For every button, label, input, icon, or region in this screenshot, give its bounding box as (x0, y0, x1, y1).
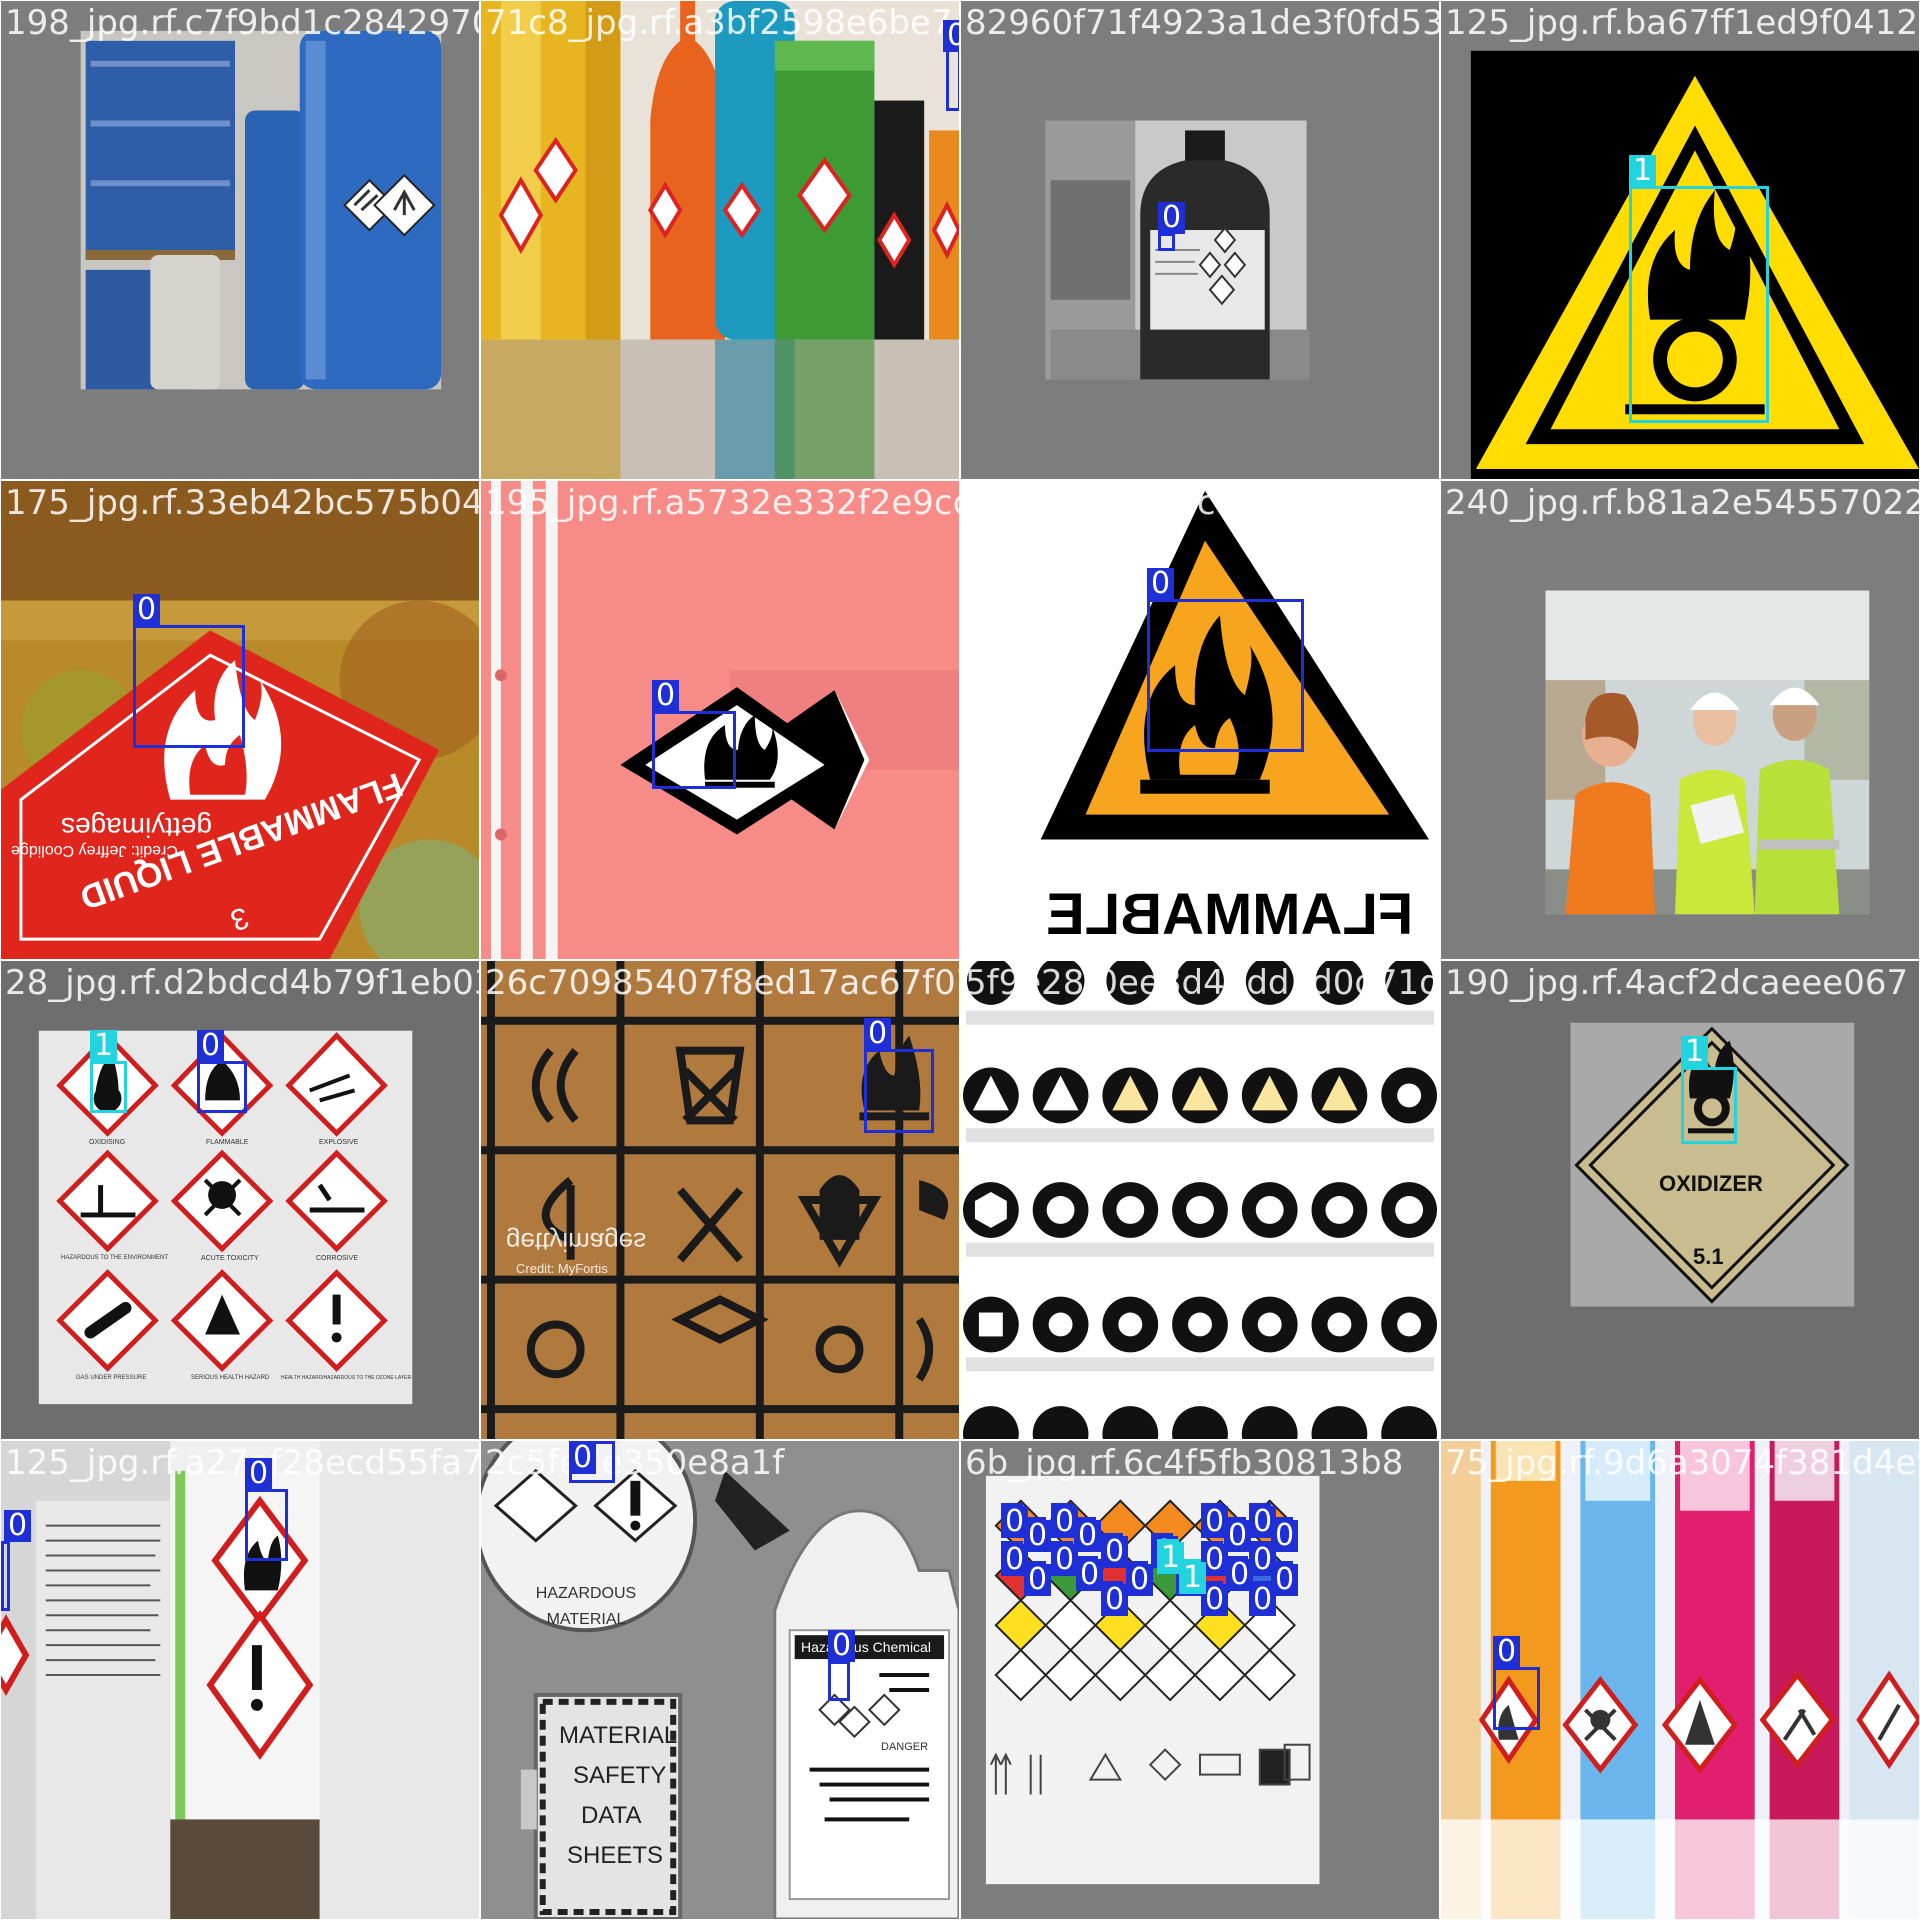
detection-box: 0 (1024, 1517, 1052, 1552)
detection-box: 0 (569, 1441, 615, 1483)
detection-box: 0 (1226, 1556, 1254, 1591)
detection-box: 1 (1629, 155, 1769, 423)
detection-box: 0 (133, 594, 245, 748)
detection-label: 0 (652, 680, 680, 712)
tile-9-image (1, 961, 479, 1439)
tile-14-image (481, 1441, 959, 1919)
detection-box: 0 (652, 680, 736, 789)
tile-13-image (1, 1441, 479, 1919)
tile-13: 125_jpg.rf.a27ef28ecd55fa78 0 0 (0, 1440, 480, 1920)
detection-label: 0 (1126, 1564, 1154, 1596)
tile-3-image (961, 1, 1439, 479)
detection-label: 0 (1158, 202, 1186, 234)
detection-box: 0 (943, 20, 959, 111)
tile-15: 6b_jpg.rf.6c4f5fb30813b8 0 0 0 0 0 0 0 0… (960, 1440, 1440, 1920)
tile-11-image (961, 961, 1439, 1439)
detection-box: 1 (1179, 1559, 1207, 1594)
detection-box: 0 (1001, 1541, 1029, 1576)
detection-label: 0 (1493, 1636, 1521, 1668)
detection-label: 1 (1681, 1036, 1709, 1068)
detection-box: 0 (1147, 568, 1304, 752)
detection-box: 0 (197, 1030, 247, 1113)
tile-11: 5f9e28f0ee8d42dd2d0d71df (960, 960, 1440, 1440)
tile-5: gettyimages Credit: Jeffrey Coolidge FLA… (0, 480, 480, 960)
detection-label: 0 (1101, 1584, 1129, 1616)
tile-12-image (1441, 961, 1919, 1439)
detection-label: 0 (1076, 1559, 1104, 1591)
tile-2-image (481, 1, 959, 479)
detection-box: 0 (1224, 1517, 1252, 1552)
detection-box: 1 (90, 1030, 127, 1113)
detection-label: 0 (133, 594, 161, 626)
detection-label: 0 (1051, 1544, 1079, 1576)
detection-label: 0 (245, 1458, 273, 1490)
detection-box: 0 (1249, 1503, 1277, 1538)
tile-3: 82960f71f4923a1de3f0fd53fa2 0 (960, 0, 1440, 480)
mosaic-grid: 198_jpg.rf.c7f9bd1c28429707c86bd74349fdf (0, 0, 1920, 1920)
detection-label: 1 (1179, 1562, 1207, 1594)
detection-box: 0 (245, 1458, 288, 1561)
detection-box: 0 (1076, 1556, 1104, 1591)
detection-box: 1 (1681, 1036, 1737, 1144)
detection-box: 0 (1493, 1636, 1540, 1730)
detection-box: 0 (1051, 1503, 1079, 1538)
detection-box: 0 (1249, 1541, 1277, 1576)
detection-label: 0 (943, 20, 959, 52)
tile-8: 240_jpg.rf.b81a2e545570221 (1440, 480, 1920, 960)
detection-label: 0 (1147, 568, 1175, 600)
tile-1: 198_jpg.rf.c7f9bd1c28429707c86bd74349fdf (0, 0, 480, 480)
detection-box: 0 (1, 1510, 32, 1611)
detection-box: 1 (1157, 1539, 1185, 1574)
tile-16: 75_jpg.rf.9d6a3074f381d4ef 0 (1440, 1440, 1920, 1920)
detection-label: 0 (1249, 1584, 1277, 1616)
detection-box: 0 (1158, 202, 1186, 251)
detection-box: 0 (1201, 1503, 1229, 1538)
detection-label: 0 (1101, 1536, 1129, 1568)
tile-7: FLAMMABLE 71c6_jpg.rf.bfc1a7867b2be5 0 (960, 480, 1440, 960)
detection-box: 0 (1271, 1517, 1299, 1552)
detection-label: 1 (90, 1030, 118, 1062)
detection-box: 0 (1001, 1503, 1029, 1538)
detection-label: 0 (1024, 1564, 1052, 1596)
detection-box: 0 (1126, 1561, 1154, 1596)
detection-box: 0 (1101, 1581, 1129, 1616)
detection-box: 0 (1074, 1517, 1102, 1552)
tile-12: OXIDIZER 5.1 190_jpg.rf.4acf2dcaeee067 1 (1440, 960, 1920, 1440)
tile-6: 195_jpg.rf.a5732e332f2e9cc95 0 (480, 480, 960, 960)
detection-box: 0 (864, 1018, 934, 1133)
detection-box: 0 (1249, 1581, 1277, 1616)
tile-8-image (1441, 481, 1919, 959)
detection-box: 0 (828, 1630, 856, 1701)
detection-label: 0 (864, 1018, 892, 1050)
tile-15-image (961, 1441, 1439, 1919)
detection-box: 0 (1024, 1561, 1052, 1596)
tile-14: HAZARDOUS MATERIAL MATERIAL SAFETY DATA … (480, 1440, 960, 1920)
tile-2: 71c8_jpg.rf.a3bf2598e6be7 0 (480, 0, 960, 480)
detection-box: 0 (1051, 1541, 1079, 1576)
tile-1-image (1, 1, 479, 479)
detection-label: 0 (4, 1510, 32, 1542)
detection-label: 0 (197, 1030, 225, 1062)
tile-9: OXIDISING FLAMMABLE EXPLOSIVE HAZARDOUS … (0, 960, 480, 1440)
detection-label: 1 (1629, 155, 1657, 187)
tile-4: 125_jpg.rf.ba67ff1ed9f041206 1 (1440, 0, 1920, 480)
tile-10: gettyimages Credit: MyFortis 26c70985407… (480, 960, 960, 1440)
detection-label: 0 (828, 1630, 856, 1662)
detection-box: 0 (1101, 1533, 1129, 1568)
detection-label: 0 (569, 1442, 597, 1474)
detection-box: 0 (1271, 1561, 1299, 1596)
